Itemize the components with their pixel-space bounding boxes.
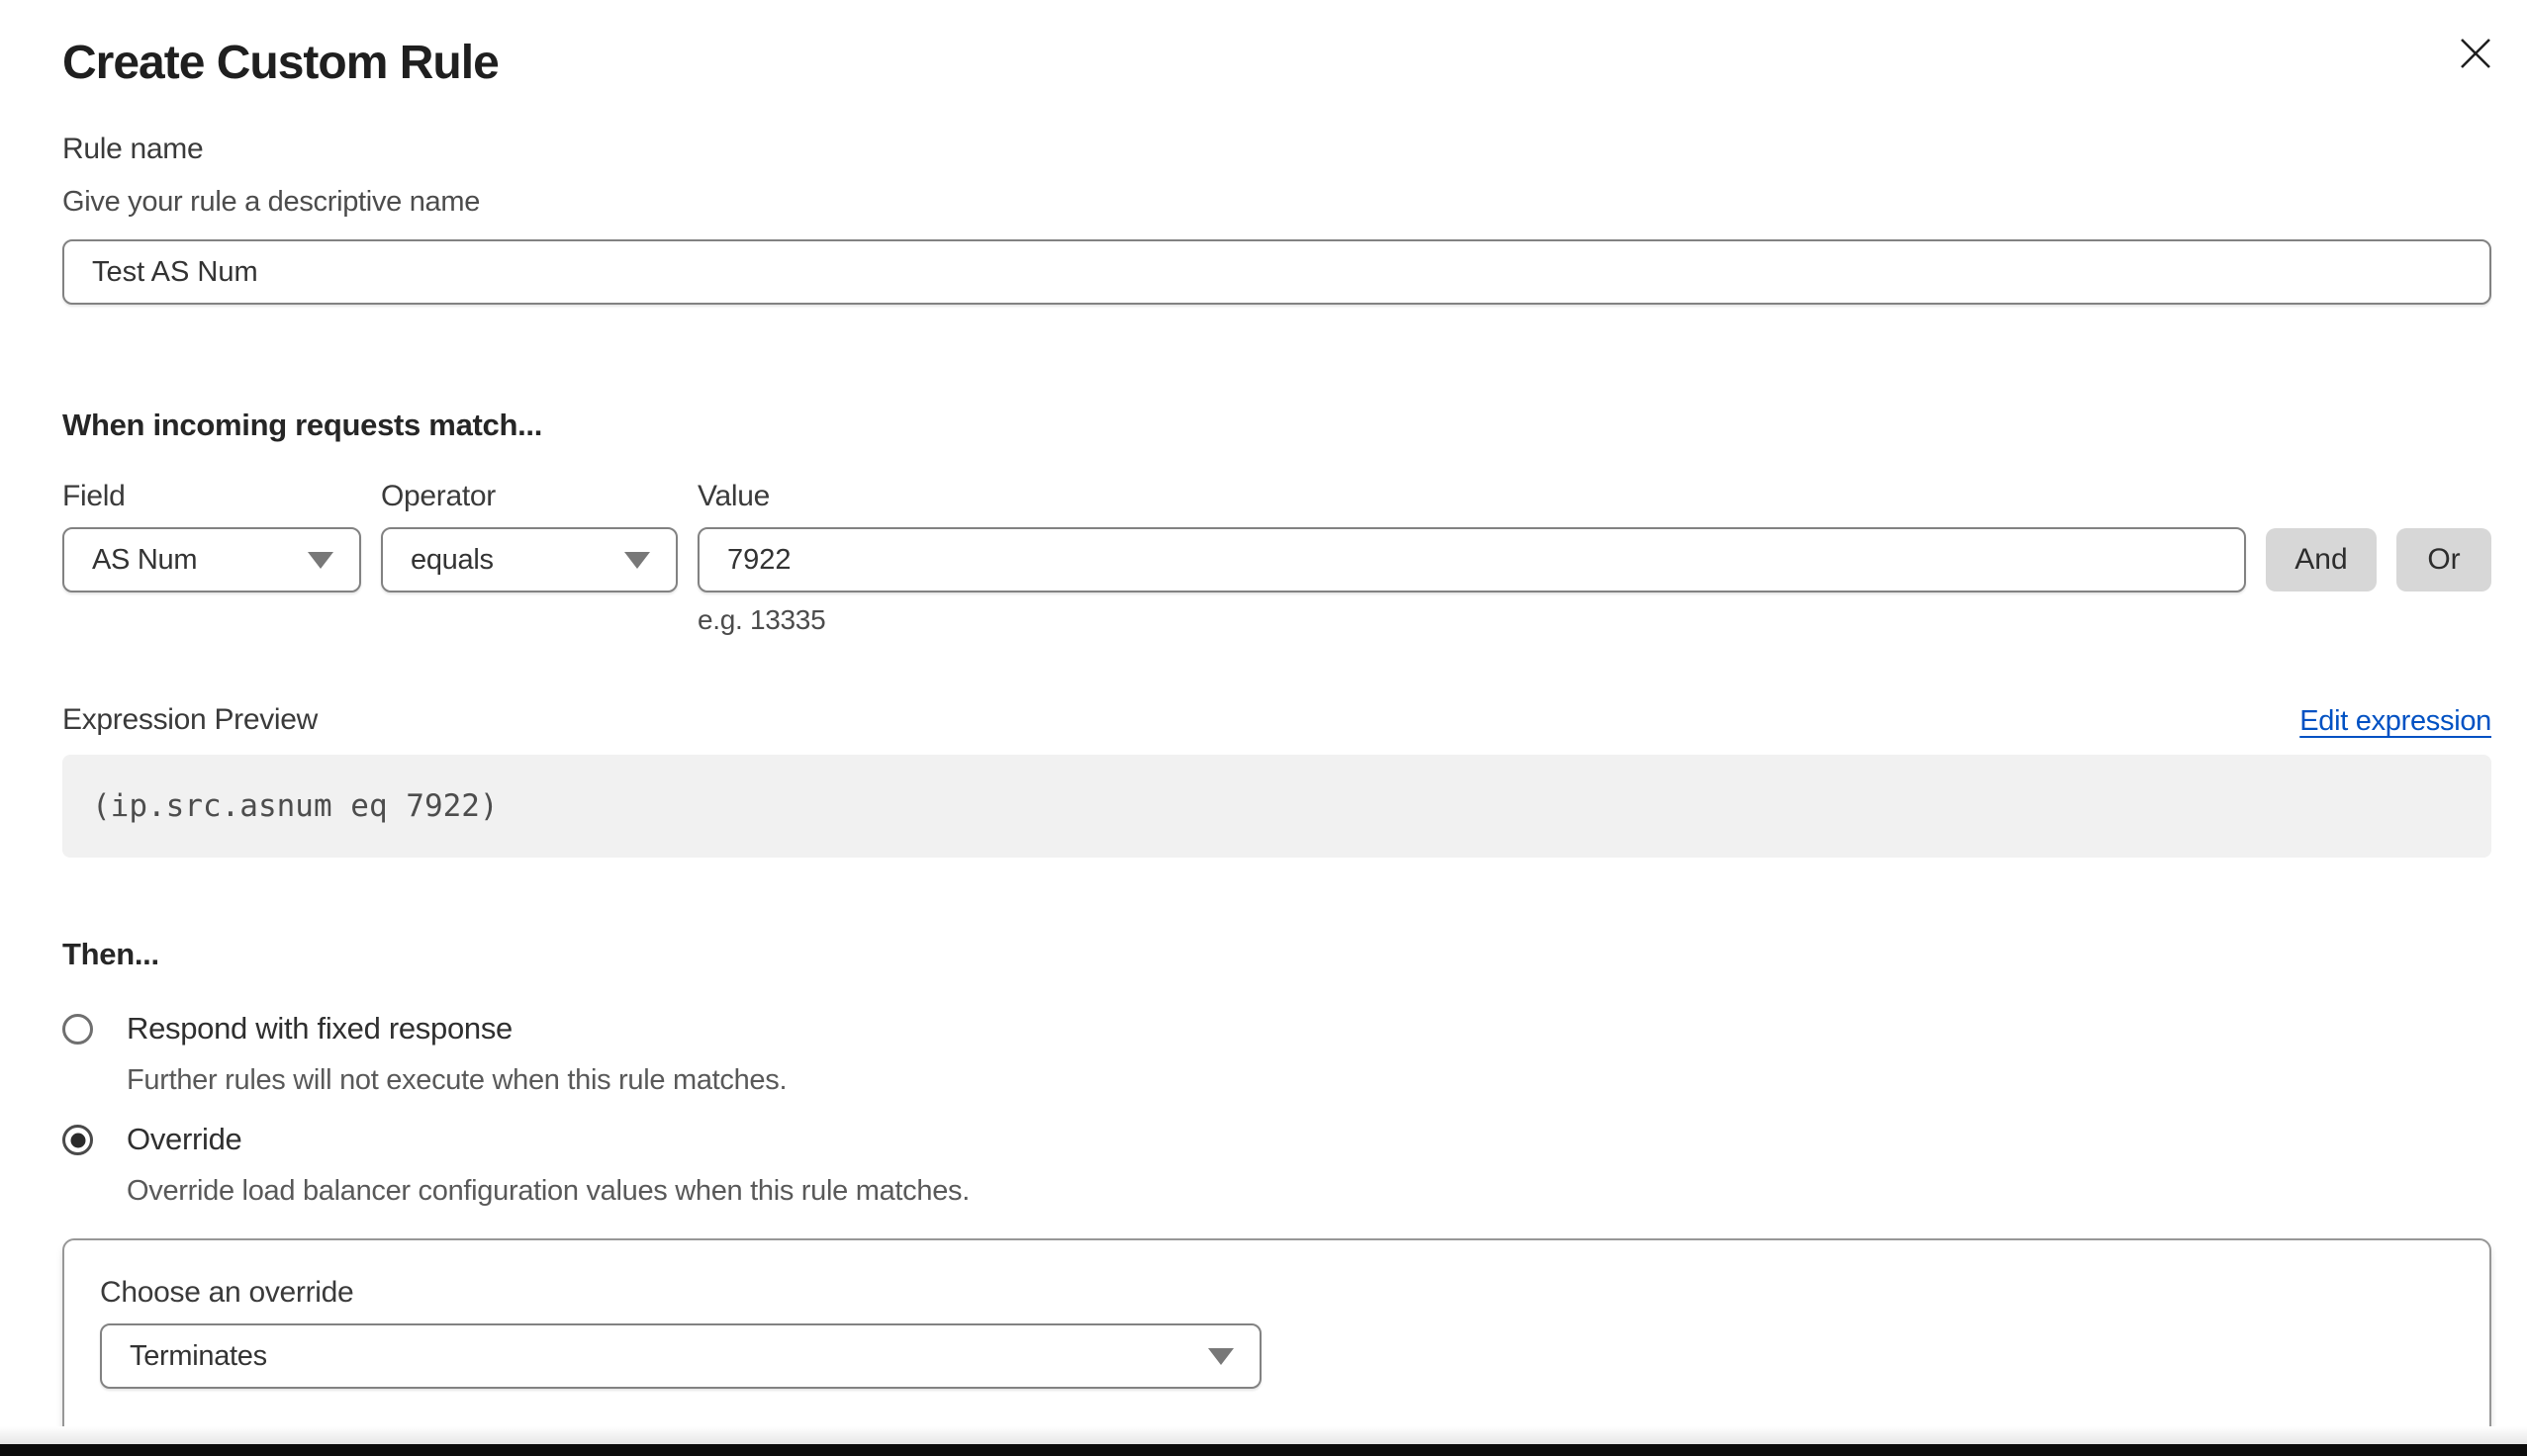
close-button[interactable] bbox=[2454, 32, 2497, 75]
match-heading: When incoming requests match... bbox=[62, 406, 2491, 444]
expression-preview-row: Expression Preview Edit expression bbox=[62, 701, 2491, 739]
value-label: Value bbox=[698, 478, 2246, 515]
field-label: Field bbox=[62, 478, 361, 515]
or-button[interactable]: Or bbox=[2396, 528, 2491, 592]
radio-option-label: Override bbox=[127, 1120, 970, 1159]
radio-option-label: Respond with fixed response bbox=[127, 1009, 787, 1048]
operator-select-value: equals bbox=[411, 544, 494, 577]
override-select[interactable]: Terminates bbox=[100, 1323, 1262, 1389]
and-button[interactable]: And bbox=[2266, 528, 2377, 592]
then-heading: Then... bbox=[62, 935, 2491, 973]
value-input[interactable] bbox=[698, 527, 2246, 592]
override-label: Choose an override bbox=[100, 1276, 2454, 1310]
chevron-down-icon bbox=[308, 552, 333, 569]
field-select[interactable]: AS Num bbox=[62, 527, 361, 592]
close-icon bbox=[2454, 32, 2497, 75]
rule-name-help: Give your rule a descriptive name bbox=[62, 184, 2491, 220]
rule-name-input[interactable] bbox=[62, 239, 2491, 305]
expression-code: (ip.src.asnum eq 7922) bbox=[62, 755, 2491, 858]
radio-option-fixed-response[interactable]: Respond with fixed response Further rule… bbox=[62, 1009, 2491, 1098]
rule-name-label: Rule name bbox=[62, 131, 2491, 168]
override-panel: Choose an override Terminates bbox=[62, 1238, 2491, 1442]
edit-expression-link[interactable]: Edit expression bbox=[2299, 703, 2491, 739]
action-radio-group: Respond with fixed response Further rule… bbox=[62, 1009, 2491, 1209]
radio-option-description: Override load balancer configuration val… bbox=[127, 1173, 970, 1209]
chevron-down-icon bbox=[1208, 1348, 1234, 1365]
override-select-value: Terminates bbox=[130, 1340, 267, 1373]
bottom-bar bbox=[0, 1444, 2527, 1456]
create-custom-rule-dialog: { "dialog": { "title": "Create Custom Ru… bbox=[0, 0, 2527, 1456]
match-builder: Field Operator Value AS Num equals And O… bbox=[62, 478, 2491, 638]
page-title: Create Custom Rule bbox=[62, 36, 499, 91]
dialog-header: Create Custom Rule bbox=[62, 36, 2491, 91]
radio-option-description: Further rules will not execute when this… bbox=[127, 1062, 787, 1098]
bottom-fade bbox=[0, 1426, 2527, 1444]
radio-button-icon[interactable] bbox=[62, 1014, 93, 1045]
value-hint: e.g. 13335 bbox=[698, 602, 2246, 638]
expression-preview-label: Expression Preview bbox=[62, 701, 318, 739]
modal: Create Custom Rule Rule name Give your r… bbox=[0, 0, 2527, 1442]
field-select-value: AS Num bbox=[92, 544, 197, 577]
radio-button-icon[interactable] bbox=[62, 1125, 93, 1155]
operator-label: Operator bbox=[381, 478, 678, 515]
chevron-down-icon bbox=[624, 552, 650, 569]
operator-select[interactable]: equals bbox=[381, 527, 678, 592]
radio-option-override[interactable]: Override Override load balancer configur… bbox=[62, 1120, 2491, 1209]
